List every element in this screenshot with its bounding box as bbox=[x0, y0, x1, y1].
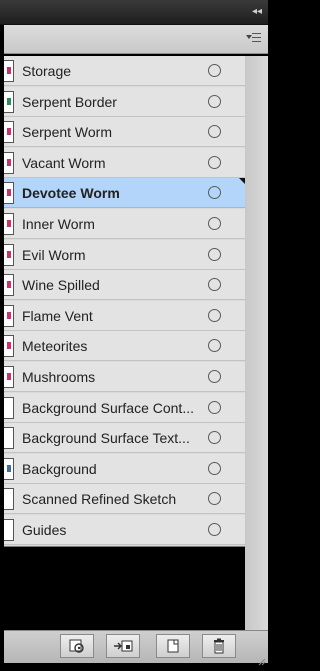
layer-thumbnail bbox=[4, 151, 14, 174]
target-circle-icon[interactable] bbox=[208, 186, 221, 200]
layer-row[interactable]: Mushrooms bbox=[4, 362, 245, 392]
layer-thumbnail bbox=[4, 121, 14, 144]
panel-menu-icon[interactable] bbox=[246, 31, 262, 45]
layer-label: Background Surface Cont... bbox=[22, 399, 194, 416]
layer-row[interactable]: Background Surface Cont... bbox=[4, 392, 245, 423]
target-circle-icon[interactable] bbox=[208, 217, 221, 230]
target-circle-icon[interactable] bbox=[208, 431, 221, 445]
delete-layer-icon bbox=[214, 638, 224, 654]
locate-object-button[interactable] bbox=[60, 634, 94, 658]
target-circle-icon[interactable] bbox=[208, 461, 221, 475]
layer-row[interactable]: Devotee Worm bbox=[4, 178, 245, 209]
layer-row[interactable]: Inner Worm bbox=[4, 209, 245, 239]
panel-title-bar: ◂◂ bbox=[0, 0, 268, 25]
panel-footer bbox=[4, 630, 268, 666]
target-circle-icon[interactable] bbox=[208, 308, 221, 322]
layer-row[interactable]: Guides bbox=[4, 515, 245, 545]
layer-row[interactable]: Serpent Border bbox=[4, 86, 245, 117]
create-sublayer-button[interactable] bbox=[106, 634, 140, 658]
layer-thumbnail bbox=[4, 335, 14, 358]
resize-grip-icon[interactable] bbox=[258, 653, 266, 666]
layer-thumbnail bbox=[4, 60, 14, 82]
target-circle-icon[interactable] bbox=[208, 278, 221, 292]
layer-thumbnail bbox=[4, 304, 14, 327]
layer-label: Background Surface Text... bbox=[22, 430, 190, 447]
layer-row[interactable]: Serpent Worm bbox=[4, 117, 245, 148]
target-circle-icon[interactable] bbox=[208, 247, 221, 261]
layer-thumbnail bbox=[4, 213, 14, 235]
layer-thumbnail bbox=[4, 243, 14, 266]
layers-panel: ◂◂ Storage Serpent Border Serpent Worm Vaca… bbox=[0, 0, 268, 666]
layer-row[interactable]: Meteorites bbox=[4, 331, 245, 362]
layer-row[interactable]: Scanned Refined Sketch bbox=[4, 484, 245, 515]
layer-row[interactable]: Storage bbox=[4, 56, 245, 86]
layer-label: Meteorites bbox=[22, 338, 88, 355]
layer-thumbnail bbox=[4, 396, 14, 419]
target-circle-icon[interactable] bbox=[208, 94, 221, 108]
create-new-layer-button[interactable] bbox=[156, 634, 190, 658]
target-circle-icon[interactable] bbox=[208, 125, 221, 139]
layer-list: Storage Serpent Border Serpent Worm Vacant … bbox=[4, 56, 245, 547]
layer-thumbnail bbox=[4, 90, 14, 113]
layer-label: Storage bbox=[22, 63, 72, 79]
layer-label: Flame Vent bbox=[22, 307, 93, 324]
layer-label: Devotee Worm bbox=[22, 185, 120, 202]
layer-thumbnail bbox=[4, 274, 14, 297]
target-circle-icon[interactable] bbox=[208, 370, 221, 383]
panel-header bbox=[4, 25, 268, 54]
layer-thumbnail bbox=[4, 427, 14, 450]
layer-label: Serpent Border bbox=[22, 93, 117, 110]
layer-label: Serpent Worm bbox=[22, 124, 112, 141]
locate-object-icon bbox=[69, 639, 84, 653]
target-circle-icon[interactable] bbox=[208, 339, 221, 353]
target-circle-icon[interactable] bbox=[208, 523, 221, 536]
layer-row[interactable]: Flame Vent bbox=[4, 300, 245, 331]
layer-row[interactable]: Wine Spilled bbox=[4, 270, 245, 301]
layer-thumbnail bbox=[4, 519, 14, 541]
layer-row[interactable]: Evil Worm bbox=[4, 239, 245, 270]
delete-layer-button[interactable] bbox=[202, 634, 236, 658]
layer-row[interactable]: Vacant Worm bbox=[4, 147, 245, 178]
layer-label: Background bbox=[22, 460, 97, 477]
create-new-layer-icon bbox=[167, 639, 179, 653]
layer-label: Mushrooms bbox=[22, 369, 96, 385]
layer-thumbnail bbox=[4, 366, 14, 388]
layer-row[interactable]: Background bbox=[4, 453, 245, 484]
scrollbar-track[interactable] bbox=[245, 56, 268, 630]
target-circle-icon[interactable] bbox=[208, 400, 221, 414]
create-sublayer-icon bbox=[114, 640, 133, 652]
layer-label: Guides bbox=[22, 522, 67, 538]
collapse-panel-icon[interactable]: ◂◂ bbox=[250, 6, 264, 18]
layer-label: Inner Worm bbox=[22, 216, 95, 232]
target-circle-icon[interactable] bbox=[208, 64, 221, 77]
layer-thumbnail bbox=[4, 457, 14, 480]
layer-thumbnail bbox=[4, 182, 14, 205]
layer-label: Vacant Worm bbox=[22, 154, 106, 171]
layer-label: Scanned Refined Sketch bbox=[22, 491, 177, 508]
target-circle-icon[interactable] bbox=[208, 492, 221, 506]
layer-label: Evil Worm bbox=[22, 246, 86, 263]
target-circle-icon[interactable] bbox=[208, 155, 221, 169]
layer-row[interactable]: Background Surface Text... bbox=[4, 423, 245, 454]
layer-thumbnail bbox=[4, 488, 14, 511]
layer-label: Wine Spilled bbox=[22, 277, 100, 294]
